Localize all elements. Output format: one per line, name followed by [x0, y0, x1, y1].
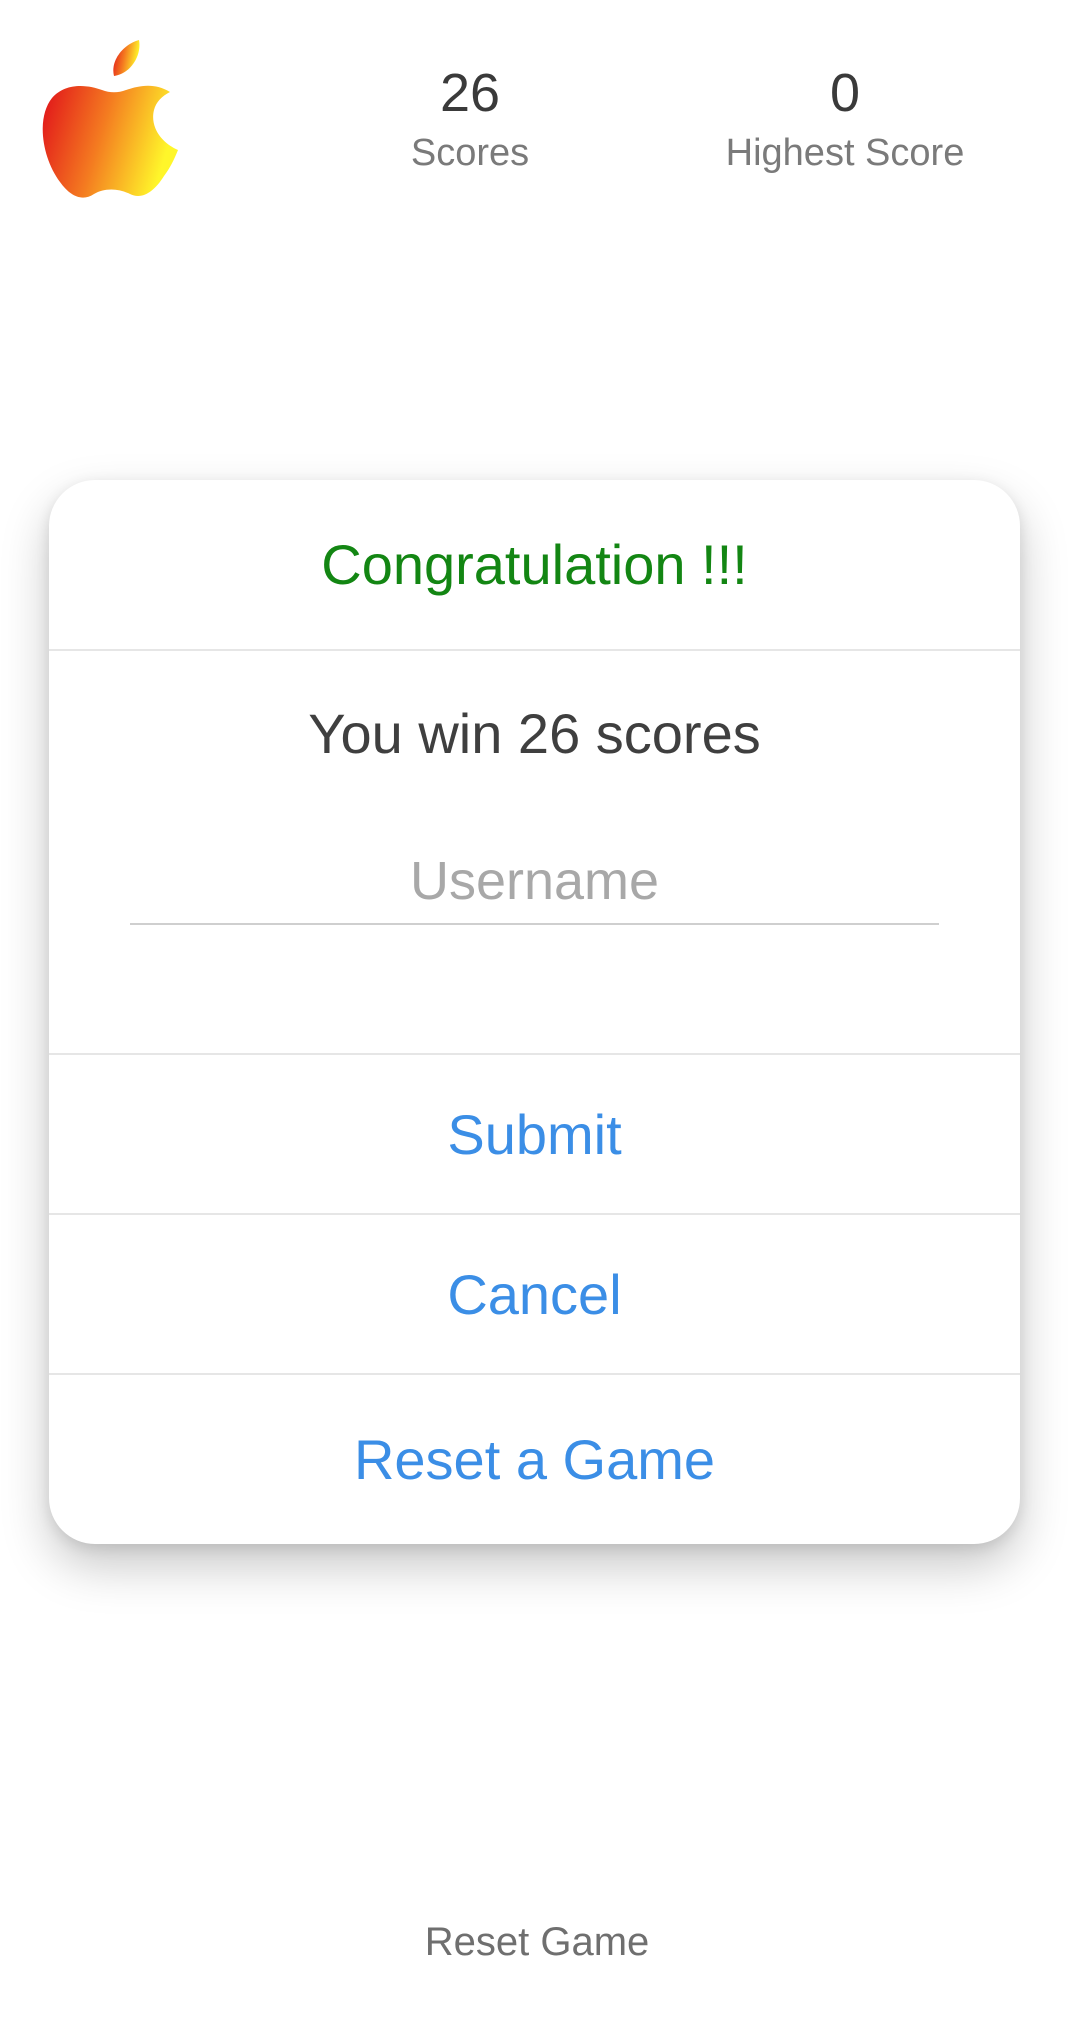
game-screen: 26 Scores 0 Highest Score Congratulation…: [0, 0, 1074, 2023]
highest-score-value: 0: [829, 63, 861, 123]
apple-icon: [42, 40, 178, 198]
reset-a-game-button[interactable]: Reset a Game: [49, 1375, 1020, 1543]
scores-stat: 26 Scores: [370, 58, 570, 178]
scores-label: Scores: [410, 132, 530, 174]
highest-score-label: Highest Score: [725, 132, 965, 174]
dialog-title: Congratulation !!!: [49, 480, 1020, 651]
win-message: You win 26 scores: [308, 702, 761, 765]
username-input[interactable]: [130, 841, 939, 921]
username-field-wrapper: [130, 841, 939, 925]
reset-game-button[interactable]: Reset Game: [0, 1920, 1074, 1965]
win-dialog: Congratulation !!! You win 26 scores Sub…: [49, 480, 1020, 1544]
scores-value: 26: [439, 63, 501, 123]
cancel-button[interactable]: Cancel: [49, 1215, 1020, 1375]
highest-score-stat: 0 Highest Score: [700, 58, 990, 178]
submit-button[interactable]: Submit: [49, 1055, 1020, 1215]
dialog-body: You win 26 scores: [49, 651, 1020, 1055]
